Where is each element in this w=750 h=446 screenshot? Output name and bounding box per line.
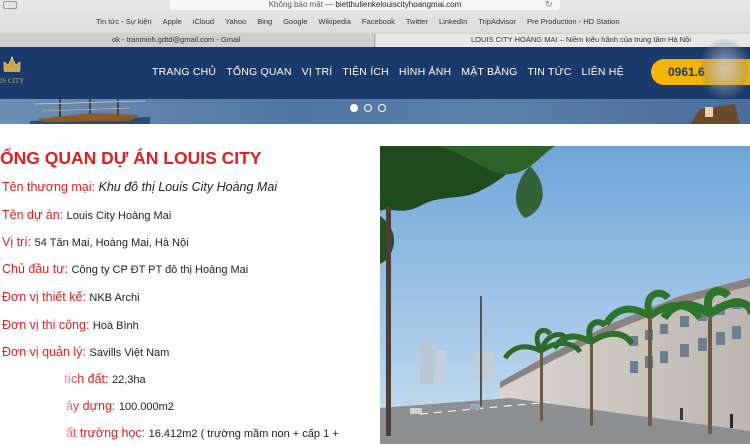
bookmark-item[interactable]: Bing [257, 17, 272, 29]
carousel-dots [350, 104, 386, 112]
main-nav: TRANG CHỦ TỔNG QUAN VỊ TRÍ TIỆN ÍCH HÌNH… [152, 66, 634, 78]
logo-text: IS CITY [0, 77, 25, 85]
logo[interactable]: IS CITY [0, 55, 34, 91]
address-bar[interactable]: Không bảo mật — bietthulienkelouiscityho… [170, 0, 560, 10]
info-value: 22,3ha [111, 374, 146, 386]
project-render-image [380, 146, 750, 444]
nav-item-tin-tuc[interactable]: TIN TỨC [528, 66, 572, 78]
site-header: IS CITY TRANG CHỦ TỔNG QUAN VỊ TRÍ TIỆN … [0, 47, 750, 99]
bookmarks-bar: Tin tức - Sự kiện Apple iCloud Yahoo Bin… [96, 17, 631, 29]
info-row: ây dựng: 100.000m2 [66, 399, 174, 413]
info-label: Tên thương mại [2, 180, 92, 194]
ship-image [30, 99, 150, 124]
bookmark-item[interactable]: Apple [163, 17, 182, 29]
carousel-dot[interactable] [378, 104, 386, 112]
nav-item-vi-tri[interactable]: VỊ TRÍ [302, 66, 333, 78]
info-value: Khu đô thị Louis City Hoàng Mai [98, 180, 278, 194]
bookmark-item[interactable]: LinkedIn [439, 17, 467, 29]
browser-chrome: Không bảo mật — bietthulienkelouiscityho… [0, 0, 750, 47]
carousel-dot[interactable] [364, 104, 372, 112]
blur-overlay [0, 361, 80, 446]
section-title: ỔNG QUAN DỰ ÁN LOUIS CITY [0, 148, 262, 168]
carousel-dot[interactable] [350, 104, 358, 112]
bookmark-item[interactable]: Google [283, 17, 307, 29]
info-row: ất trường học: 16.412m2 ( trường mầm non… [66, 426, 339, 440]
nav-item-lien-he[interactable]: LIÊN HỆ [582, 66, 624, 78]
sidebar-toggle-icon[interactable] [3, 1, 17, 9]
blur-overlay [700, 39, 750, 99]
nav-item-trang-chu[interactable]: TRANG CHỦ [152, 66, 216, 78]
security-status: Không bảo mật — [268, 0, 334, 9]
tab-louis-city[interactable]: LOUIS CITY HOÀNG MAI – Niềm kiêu hãnh củ… [376, 34, 750, 47]
info-row: Tên thương mại: Khu đô thị Louis City Ho… [2, 180, 278, 194]
bookmark-item[interactable]: Facebook [362, 17, 395, 29]
info-label: Đơn vị quản lý [2, 345, 83, 359]
bookmark-item[interactable]: Yahoo [225, 17, 246, 29]
bookmark-item[interactable]: TripAdvisor [478, 17, 516, 29]
tab-strip: ok - tranminh.gdtd@gmail.com - Gmail LOU… [0, 33, 750, 47]
info-row: Tên dự án: Louis City Hoàng Mai [2, 208, 172, 222]
info-value: NKB Archi [89, 292, 140, 304]
info-label: Đơn vị thi công [2, 318, 86, 332]
info-row: Chủ đầu tư: Công ty CP ĐT PT đô thị Hoàn… [2, 262, 249, 276]
info-value: Louis City Hoàng Mai [66, 210, 172, 222]
info-label: Tên dự án [2, 208, 60, 222]
info-value: 54 Tân Mai, Hoàng Mai, Hà Nội [34, 237, 189, 249]
info-row: Đơn vị thi công: Hoà Bình [2, 318, 139, 332]
nav-item-tong-quan[interactable]: TỔNG QUAN [226, 66, 291, 78]
crown-icon [3, 56, 21, 72]
info-value: Savills Việt Nam [89, 347, 170, 359]
info-value: 16.412m2 ( trường mầm non + cấp 1 + [148, 428, 339, 440]
info-row: Đơn vị quản lý: Savills Việt Nam [2, 345, 170, 359]
bookmark-item[interactable]: Wikipedia [318, 17, 351, 29]
bookmark-item[interactable]: iCloud [193, 17, 214, 29]
info-row: Đơn vị thiết kế: NKB Archi [2, 290, 140, 304]
info-label: Đơn vị thiết kế [2, 290, 83, 304]
nav-item-hinh-anh[interactable]: HÌNH ẢNH [399, 66, 451, 78]
bookmark-item[interactable]: Tin tức - Sự kiện [96, 17, 152, 29]
info-value: Công ty CP ĐT PT đô thị Hoàng Mai [71, 264, 249, 276]
info-label: Vị trí [2, 235, 28, 249]
info-value: 100.000m2 [118, 401, 174, 413]
info-row: Vị trí: 54 Tân Mai, Hoàng Mai, Hà Nội [2, 235, 189, 249]
bookmark-item[interactable]: Pre Production - HD Station [527, 17, 620, 29]
nav-item-mat-bang[interactable]: MẶT BẰNG [461, 66, 517, 78]
nav-item-tien-ich[interactable]: TIỆN ÍCH [342, 66, 389, 78]
reload-icon[interactable]: ↻ [545, 0, 553, 9]
info-value: Hoà Bình [92, 320, 139, 332]
tab-gmail[interactable]: ok - tranminh.gdtd@gmail.com - Gmail [0, 34, 375, 47]
info-label: Chủ đầu tư [2, 262, 65, 276]
url-text: bietthulienkelouiscityhoangmai.com [335, 0, 462, 9]
ship-image [690, 104, 740, 124]
bookmark-item[interactable]: Twitter [406, 17, 428, 29]
